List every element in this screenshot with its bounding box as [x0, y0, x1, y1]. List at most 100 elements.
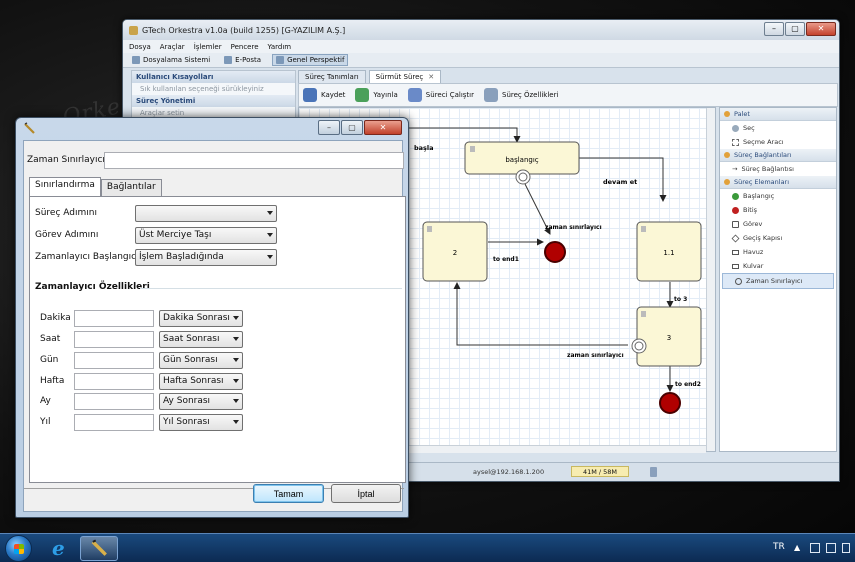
folder-icon [132, 56, 140, 64]
palette-header[interactable]: Palet [720, 108, 836, 121]
ok-button[interactable]: Tamam [253, 484, 324, 503]
end-event-1[interactable] [544, 241, 566, 263]
memory-indicator: 41M / 58M [571, 466, 629, 477]
palette-select-tool[interactable]: Seç [720, 121, 836, 135]
app-titlebar: GTech Orkestra v1.0a (build 1255) [G-YAZ… [123, 20, 839, 40]
palette-connections-header[interactable]: Süreç Bağlantıları [720, 149, 836, 162]
properties-icon [484, 88, 498, 102]
palette-icon [724, 111, 730, 117]
name-label: Zaman Sınırlayıcı [27, 155, 105, 165]
edge-label-to-end1: to end1 [493, 256, 519, 263]
minute-select[interactable]: Dakika Sonrası [159, 310, 243, 327]
network-icon[interactable] [826, 543, 836, 553]
start-button[interactable] [5, 535, 32, 562]
edge-label-basla: başla [414, 144, 434, 152]
dialog-body: Zaman Sınırlayıcı Sınırlandırma Bağlantı… [23, 140, 406, 512]
task-2-label: 2 [453, 249, 457, 257]
menu-dosya[interactable]: Dosya [129, 43, 151, 51]
section-divider [140, 288, 402, 289]
day-input[interactable] [74, 352, 154, 369]
lane-icon [732, 263, 739, 269]
task-select[interactable]: Üst Merciye Taşı [135, 227, 277, 244]
palette-marquee-tool[interactable]: Seçme Aracı [720, 135, 836, 149]
edge-label-zaman-1: zaman sınırlayıcı [545, 224, 602, 231]
year-input[interactable] [74, 414, 154, 431]
month-label: Ay [40, 396, 51, 406]
save-button[interactable]: Kaydet [303, 88, 345, 102]
show-hidden-icons-icon[interactable]: ▲ [794, 543, 800, 552]
menu-yardim[interactable]: Yardım [268, 43, 292, 51]
tab-sinirlandirma[interactable]: Sınırlandırma [29, 177, 101, 196]
week-label: Hafta [40, 376, 65, 386]
run-process-button[interactable]: Süreci Çalıştır [407, 88, 474, 102]
general-perspective-button[interactable]: Genel Perspektif [272, 54, 349, 66]
action-center-flag-icon[interactable] [810, 543, 820, 553]
timer-boundary-1[interactable] [515, 169, 531, 185]
chevron-down-icon [233, 337, 239, 341]
cancel-button[interactable]: İptal [331, 484, 401, 503]
step-select[interactable] [135, 205, 277, 222]
step-label: Süreç Adımını [35, 208, 97, 218]
status-user: aysel@192.168.1.200 [473, 468, 545, 476]
file-system-button[interactable]: Dosyalama Sistemi [129, 55, 213, 65]
month-select[interactable]: Ay Sonrası [159, 393, 243, 410]
minute-input[interactable] [74, 310, 154, 327]
name-input[interactable] [104, 152, 404, 169]
dialog-tabs: Sınırlandırma Bağlantılar [29, 177, 162, 196]
taskbar-orkestra-app[interactable] [80, 536, 118, 561]
end-event-2[interactable] [659, 392, 681, 414]
minimize-button[interactable]: – [764, 22, 784, 36]
edge-zaman-2[interactable] [453, 282, 628, 346]
tab-current-process[interactable]: Sürmüt Süreç ✕ [368, 70, 442, 83]
starter-select[interactable]: İşlem Başladığında [135, 249, 277, 266]
month-input[interactable] [74, 393, 154, 410]
hour-input[interactable] [74, 331, 154, 348]
week-input[interactable] [74, 373, 154, 390]
volume-icon[interactable] [842, 543, 850, 553]
internet-explorer-icon[interactable]: e [52, 538, 65, 558]
timer-boundary-2[interactable] [631, 338, 647, 354]
palette-start[interactable]: Başlangıç [720, 189, 836, 203]
edge-basla[interactable] [399, 127, 521, 143]
publish-button[interactable]: Yayınla [355, 88, 398, 102]
palette-elements-header[interactable]: Süreç Elemanları [720, 176, 836, 189]
language-indicator[interactable]: TR [773, 542, 785, 552]
maximize-button[interactable]: ▢ [785, 22, 805, 36]
user-shortcuts-header[interactable]: Kullanıcı Kısayolları [132, 71, 295, 83]
hour-label: Saat [40, 334, 61, 344]
week-select[interactable]: Hafta Sonrası [159, 373, 243, 390]
palette-timer[interactable]: Zaman Sınırlayıcı [722, 273, 834, 289]
task-baslangic-label: başlangıç [505, 156, 538, 164]
palette-gateway[interactable]: Geçiş Kapısı [720, 231, 836, 245]
chevron-down-icon [267, 211, 273, 215]
palette-end[interactable]: Bitiş [720, 203, 836, 217]
close-tab-icon[interactable]: ✕ [428, 73, 434, 81]
email-button[interactable]: E-Posta [221, 55, 264, 65]
dialog-titlebar[interactable]: – ▢ ✕ [16, 118, 408, 140]
select-icon [732, 124, 739, 132]
garbage-collect-icon[interactable] [650, 467, 657, 477]
run-icon [407, 88, 422, 102]
dialog-maximize-button[interactable]: ▢ [341, 120, 363, 135]
dialog-minimize-button[interactable]: – [318, 120, 340, 135]
year-select[interactable]: Yıl Sonrası [159, 414, 243, 431]
tab-process-definitions[interactable]: Süreç Tanımları [298, 70, 366, 83]
palette-task[interactable]: Görev [720, 217, 836, 231]
process-management-header[interactable]: Süreç Yönetimi [132, 95, 295, 107]
canvas-vertical-scrollbar[interactable] [706, 108, 715, 451]
process-properties-button[interactable]: Süreç Özellikleri [484, 88, 558, 102]
windows-logo-icon [14, 544, 24, 554]
palette-pool[interactable]: Havuz [720, 245, 836, 259]
task-icon [470, 146, 475, 152]
close-button[interactable]: ✕ [806, 22, 836, 36]
palette-connection[interactable]: → Süreç Bağlantısı [720, 162, 836, 176]
dialog-close-button[interactable]: ✕ [364, 120, 402, 135]
editor-tabs: Süreç Tanımları Sürmüt Süreç ✕ [298, 70, 828, 83]
palette-lane[interactable]: Kulvar [720, 259, 836, 273]
tab-baglantilar[interactable]: Bağlantılar [100, 179, 162, 196]
hour-select[interactable]: Saat Sonrası [159, 331, 243, 348]
menu-pencere[interactable]: Pencere [231, 43, 259, 51]
menu-islemler[interactable]: İşlemler [194, 43, 222, 51]
day-select[interactable]: Gün Sonrası [159, 352, 243, 369]
menu-araclar[interactable]: Araçlar [160, 43, 185, 51]
